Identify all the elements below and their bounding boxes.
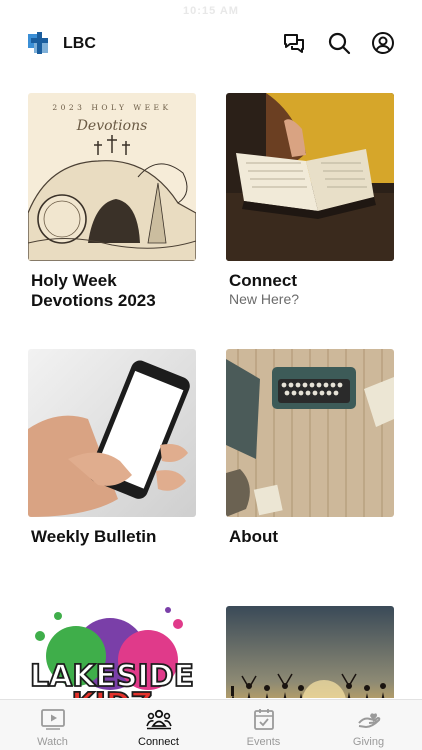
tab-label: Giving — [352, 736, 385, 748]
card-title: Weekly Bulletin — [31, 527, 157, 546]
card-title: Holy Week Devotions 2023 — [31, 271, 156, 310]
phone-in-hand-image — [28, 349, 196, 517]
card-weekly-bulletin[interactable]: Weekly Bulletin — [28, 349, 196, 547]
devotions-heading-text: 2023 HOLY WEEK — [52, 103, 171, 112]
content-grid: 2023 HOLY WEEK Devotions Holy Week Devot… — [0, 93, 422, 698]
card-connect[interactable]: Connect New Here? — [226, 93, 394, 308]
tab-watch[interactable]: Watch — [0, 700, 105, 750]
app-title: LBC — [63, 35, 96, 52]
lakeside-kidz-logo: LAKESIDE KIDZ — [28, 606, 196, 698]
app-header: LBC — [0, 26, 422, 60]
card-title: Connect — [229, 271, 297, 290]
tab-label: Events — [246, 736, 281, 748]
tab-label: Watch — [37, 736, 68, 748]
card-subtitle: New Here? — [229, 291, 300, 307]
status-time: 10:15 AM — [183, 5, 239, 17]
card-holy-week-devotions[interactable]: 2023 HOLY WEEK Devotions Holy Week Devot… — [28, 93, 196, 311]
card-lakeside-kidz[interactable]: LAKESIDE KIDZ — [28, 606, 196, 698]
tab-giving[interactable]: Giving — [316, 700, 421, 750]
tab-connect[interactable]: Connect — [106, 700, 211, 750]
devotions-script-text: Devotions — [76, 118, 148, 134]
tab-events[interactable]: Events — [211, 700, 316, 750]
card-sunset-gathering[interactable] — [226, 606, 394, 698]
holy-week-devotions-image: 2023 HOLY WEEK Devotions — [28, 93, 196, 261]
profile-icon[interactable] — [371, 31, 395, 55]
status-bar: 10:15 AM — [0, 0, 422, 22]
tab-label: Connect — [138, 736, 179, 748]
calendar-check-icon — [253, 709, 274, 730]
play-icon — [40, 709, 65, 730]
search-icon[interactable] — [327, 31, 351, 55]
bible-reading-image — [226, 93, 394, 261]
people-icon — [145, 709, 172, 730]
card-title: About — [229, 527, 279, 546]
sunset-silhouettes-image — [226, 606, 394, 698]
church-logo-icon — [28, 32, 50, 54]
card-about[interactable]: About — [226, 349, 394, 547]
typewriter-image — [226, 349, 394, 517]
messages-icon[interactable] — [282, 31, 306, 55]
kidz-text: KIDZ — [71, 687, 152, 698]
bottom-tab-bar: Watch Connect Events Giving — [0, 699, 422, 750]
giving-hand-icon — [357, 713, 380, 729]
